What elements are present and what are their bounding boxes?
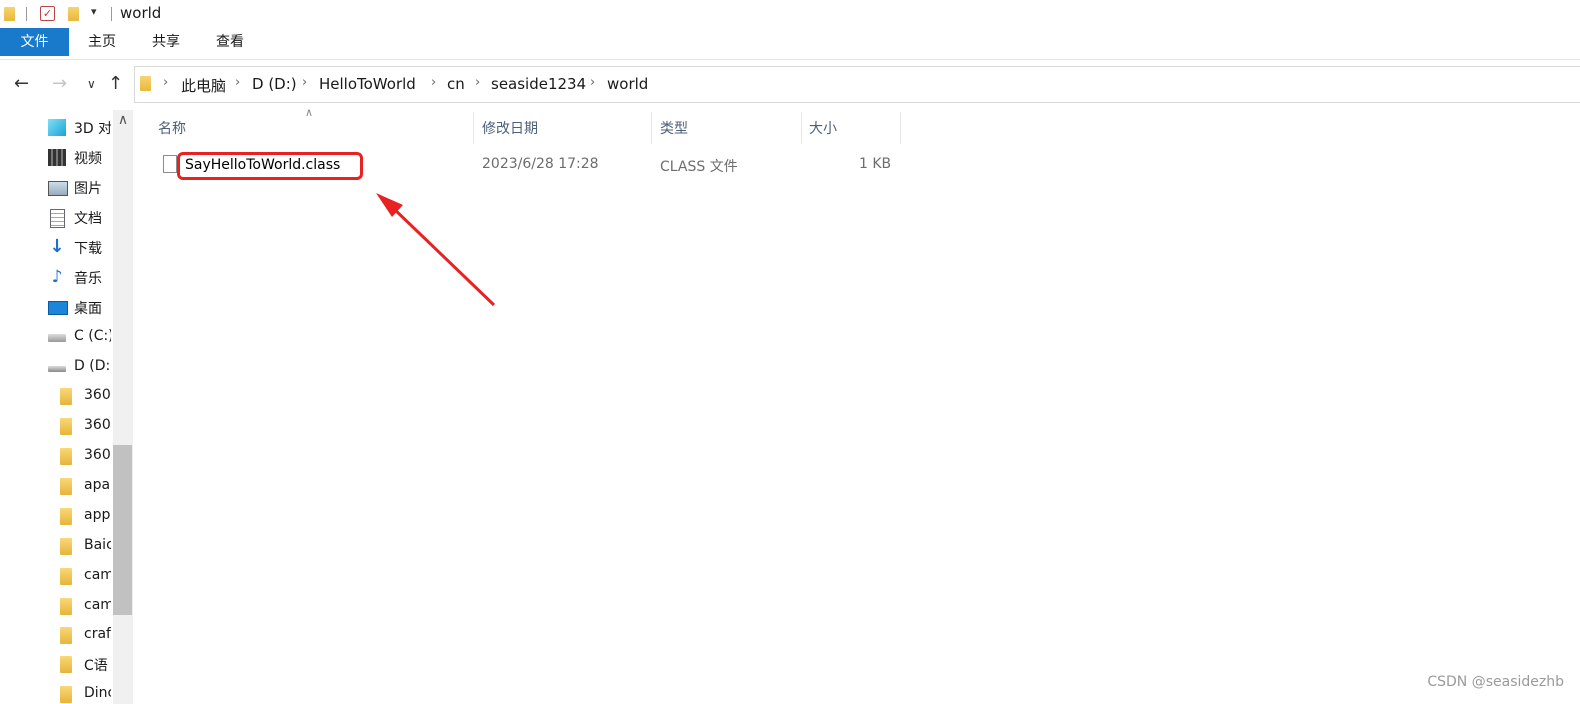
watermark: CSDN @seasidezhb <box>1427 674 1564 690</box>
annotation-arrow <box>376 193 496 307</box>
arrow-shaft <box>390 205 496 307</box>
